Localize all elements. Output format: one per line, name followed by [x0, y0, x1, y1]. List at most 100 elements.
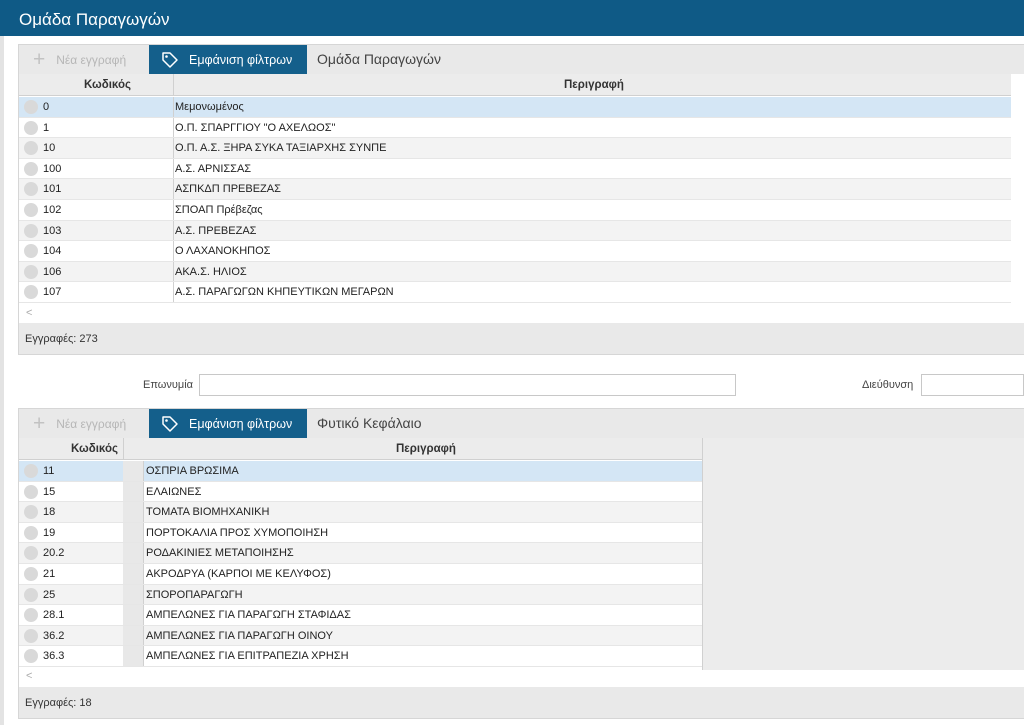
table-row[interactable]: 0 Μεμονωμένος — [19, 97, 1011, 118]
new-record-button[interactable]: + Νέα εγγραφή — [33, 409, 126, 438]
row-code: 100 — [43, 162, 62, 175]
table-row[interactable]: 36.2 ΑΜΠΕΛΩΝΕΣ ΓΙΑ ΠΑΡΑΓΩΓΗ ΟΙΝΟΥ — [19, 625, 702, 647]
table-row[interactable]: 10 Ο.Π. Α.Σ. ΞΗΡΑ ΣΥΚΑ ΤΑΞΙΑΡΧΗΣ ΣΥΝΠΕ — [19, 138, 1011, 159]
address-input[interactable] — [921, 374, 1024, 396]
show-filters-label: Εμφάνιση φίλτρων — [189, 416, 293, 431]
panel-caption: Ομάδα Παραγωγών — [317, 51, 441, 67]
address-label: Διεύθυνση — [862, 379, 914, 391]
table-row[interactable]: 107 Α.Σ. ΠΑΡΑΓΩΓΩΝ ΚΗΠΕΥΤΙΚΩΝ ΜΕΓΑΡΩΝ — [19, 282, 1011, 303]
plus-icon: + — [33, 48, 46, 71]
radio-icon[interactable] — [24, 628, 38, 643]
name-label: Επωνυμία — [143, 379, 194, 391]
row-divider — [123, 584, 143, 605]
row-description: ΑΜΠΕΛΩΝΕΣ ΓΙΑ ΕΠΙΤΡΑΠΕΖΙΑ ΧΡΗΣΗ — [146, 650, 349, 663]
row-description: ΑΣΠΚΔΠ ΠΡΕΒΕΖΑΣ — [175, 183, 281, 196]
table-row[interactable]: 18 ΤΟΜΑΤΑ ΒΙΟΜΗΧΑΝΙΚΗ — [19, 502, 702, 523]
row-description: ΑΜΠΕΛΩΝΕΣ ΓΙΑ ΠΑΡΑΓΩΓΗ ΟΙΝΟΥ — [146, 629, 333, 642]
column-separator — [173, 261, 174, 282]
row-description: Ο ΛΑΧΑΝΟΚΗΠΟΣ — [175, 245, 271, 258]
row-divider — [123, 605, 143, 625]
table-row[interactable]: 11 ΟΣΠΡΙΑ ΒΡΩΣΙΜΑ — [19, 461, 702, 482]
table-row[interactable]: 100 Α.Σ. ΑΡΝΙΣΣΑΣ — [19, 158, 1011, 180]
table-row[interactable]: 103 Α.Σ. ΠΡΕΒΕΖΑΣ — [19, 220, 1011, 242]
table-row[interactable]: 21 ΑΚΡΟΔΡΥΑ (ΚΑΡΠΟΙ ΜΕ ΚΕΛΥΦΟΣ) — [19, 564, 702, 585]
row-description: ΣΠΟΑΠ Πρέβεζας — [175, 204, 263, 216]
scroll-left-arrow[interactable]: < — [26, 670, 32, 682]
row-code: 21 — [43, 568, 56, 580]
radio-icon[interactable] — [24, 100, 38, 114]
row-code: 0 — [43, 101, 50, 113]
record-count: Εγγραφές: 18 — [25, 697, 92, 709]
title-bar: Ομάδα Παραγωγών — [0, 0, 1024, 36]
row-divider — [123, 625, 143, 646]
column-separator — [143, 481, 144, 502]
table-row[interactable]: 101 ΑΣΠΚΔΠ ΠΡΕΒΕΖΑΣ — [19, 179, 1011, 200]
table-row[interactable]: 1 Ο.Π. ΣΠΑΡΓΓΙΟΥ "Ο ΑΧΕΛΩΟΣ" — [19, 117, 1011, 139]
row-description: Ο.Π. Α.Σ. ΞΗΡΑ ΣΥΚΑ ΤΑΞΙΑΡΧΗΣ ΣΥΝΠΕ — [175, 142, 387, 155]
row-divider — [123, 564, 143, 584]
producer-group-toolbar: + Νέα εγγραφή Εμφάνιση φίλτρων Ομάδα Παρ… — [19, 45, 1024, 74]
radio-icon[interactable] — [24, 649, 38, 664]
radio-icon[interactable] — [24, 567, 38, 581]
tag-icon — [161, 51, 179, 69]
table-row[interactable]: 36.3 ΑΜΠΕΛΩΝΕΣ ΓΙΑ ΕΠΙΤΡΑΠΕΖΙΑ ΧΡΗΣΗ — [19, 646, 702, 667]
radio-icon[interactable] — [24, 182, 38, 197]
table-row[interactable]: 20.2 ΡΟΔΑΚΙΝΙΕΣ ΜΕΤΑΠΟΙΗΣΗΣ — [19, 543, 702, 564]
row-code: 107 — [43, 286, 62, 299]
column-separator — [143, 625, 144, 646]
radio-icon[interactable] — [24, 264, 38, 279]
radio-icon[interactable] — [24, 464, 38, 478]
radio-icon[interactable] — [24, 223, 38, 238]
row-code: 15 — [43, 485, 56, 498]
row-description: ΕΛΑΙΩΝΕΣ — [146, 485, 202, 498]
table-row[interactable]: 19 ΠΟΡΤΟΚΑΛΙΑ ΠΡΟΣ ΧΥΜΟΠΟΙΗΣΗ — [19, 522, 702, 544]
row-description: ΤΟΜΑΤΑ ΒΙΟΜΗΧΑΝΙΚΗ — [146, 506, 270, 519]
show-filters-button[interactable]: Εμφάνιση φίλτρων — [149, 409, 307, 438]
grid-header: Κωδικός Περιγραφή — [19, 74, 1011, 96]
row-description: Ο.Π. ΣΠΑΡΓΓΙΟΥ "Ο ΑΧΕΛΩΟΣ" — [175, 121, 336, 134]
grid-empty-area — [702, 438, 1024, 670]
new-record-button[interactable]: + Νέα εγγραφή — [33, 45, 126, 74]
table-row[interactable]: 102 ΣΠΟΑΠ Πρέβεζας — [19, 200, 1011, 221]
column-header-description[interactable]: Περιγραφή — [396, 443, 456, 455]
table-row[interactable]: 28.1 ΑΜΠΕΛΩΝΕΣ ΓΙΑ ΠΑΡΑΓΩΓΗ ΣΤΑΦΙΔΑΣ — [19, 605, 702, 626]
radio-icon[interactable] — [24, 484, 38, 499]
radio-icon[interactable] — [24, 244, 38, 259]
plus-icon: + — [33, 412, 46, 435]
radio-icon[interactable] — [24, 608, 38, 623]
radio-icon[interactable] — [24, 285, 38, 300]
column-separator — [173, 138, 174, 158]
radio-icon[interactable] — [24, 587, 38, 602]
table-row[interactable]: 15 ΕΛΑΙΩΝΕΣ — [19, 481, 702, 503]
column-header-code[interactable]: Κωδικός — [71, 443, 118, 455]
column-header-description[interactable]: Περιγραφή — [564, 79, 624, 91]
row-code: 28.1 — [43, 609, 65, 622]
producer-group-panel: + Νέα εγγραφή Εμφάνιση φίλτρων Ομάδα Παρ… — [18, 44, 1024, 355]
column-header-code[interactable]: Κωδικός — [84, 79, 131, 91]
row-code: 10 — [43, 142, 56, 155]
tag-icon — [161, 415, 179, 433]
grid-header: Κωδικός Περιγραφή — [19, 438, 702, 460]
row-code: 36.3 — [43, 650, 65, 663]
radio-icon[interactable] — [24, 161, 38, 176]
show-filters-button[interactable]: Εμφάνιση φίλτρων — [149, 45, 307, 74]
column-separator — [173, 158, 174, 179]
row-divider — [123, 502, 143, 522]
filter-fields: Επωνυμία Διεύθυνση — [0, 372, 1024, 398]
radio-icon[interactable] — [24, 141, 38, 156]
record-count-bar: Εγγραφές: 273 — [19, 323, 1024, 354]
scroll-left-arrow[interactable]: < — [26, 307, 32, 319]
row-description: ΟΣΠΡΙΑ ΒΡΩΣΙΜΑ — [146, 465, 239, 477]
radio-icon[interactable] — [24, 203, 38, 217]
radio-icon[interactable] — [24, 120, 38, 135]
table-row[interactable]: 104 Ο ΛΑΧΑΝΟΚΗΠΟΣ — [19, 241, 1011, 262]
radio-icon[interactable] — [24, 505, 38, 520]
column-separator — [143, 646, 144, 666]
radio-icon[interactable] — [24, 525, 38, 540]
name-input[interactable] — [199, 374, 736, 396]
plant-capital-toolbar: + Νέα εγγραφή Εμφάνιση φίλτρων Φυτικό Κε… — [19, 409, 1024, 438]
row-divider — [123, 646, 143, 666]
table-row[interactable]: 25 ΣΠΟΡΟΠΑΡΑΓΩΓΗ — [19, 584, 702, 606]
table-row[interactable]: 106 ΑΚΑ.Σ. ΗΛΙΟΣ — [19, 261, 1011, 283]
radio-icon[interactable] — [24, 546, 38, 561]
